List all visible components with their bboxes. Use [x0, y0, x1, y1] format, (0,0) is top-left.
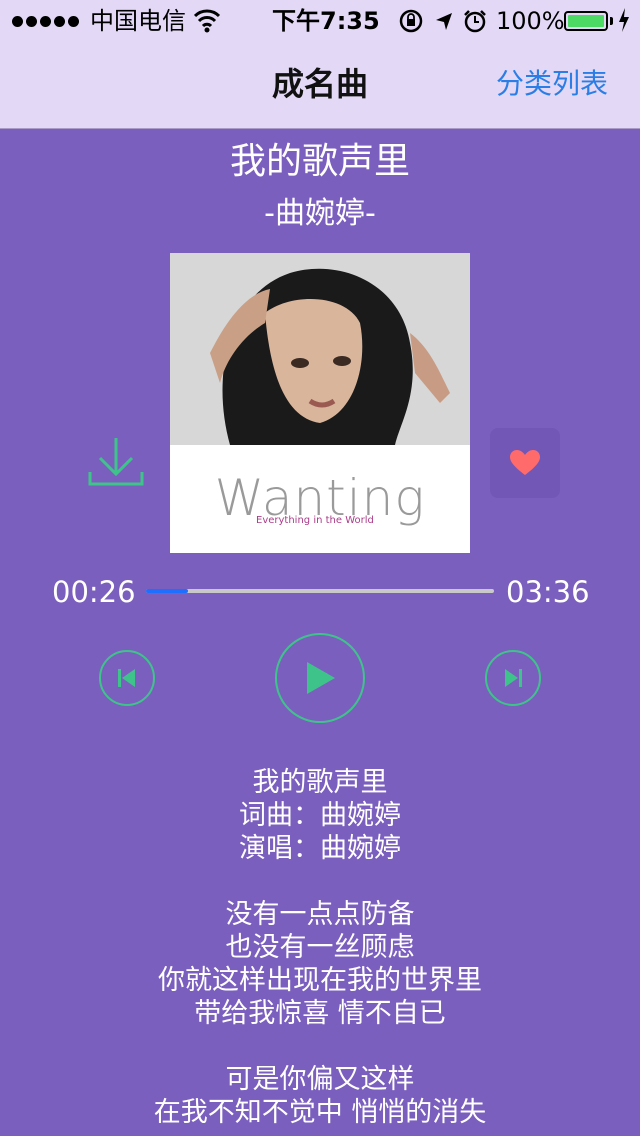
header: 中国电信 下午7:35 100% 成名曲 分类列表 — [0, 0, 640, 129]
lyric-blank-line — [0, 865, 640, 898]
cover-photo — [170, 253, 470, 445]
cover-subtitle: Everything in the World — [256, 515, 374, 526]
battery-tip — [610, 17, 613, 25]
lyric-line: 在我不知不觉中 悄悄的消失 — [153, 1097, 487, 1128]
previous-button[interactable] — [99, 650, 155, 706]
wifi-icon — [193, 6, 221, 41]
signal-dots-icon — [12, 6, 79, 36]
lyric-line: 没有一点点防备 — [225, 899, 415, 930]
lyrics-view[interactable]: 我的歌声里 词曲：曲婉婷 演唱：曲婉婷 没有一点点防备 也没有一丝顾虑 你就这样… — [0, 766, 640, 1129]
play-button[interactable] — [275, 633, 365, 723]
song-title: 我的歌声里 — [229, 141, 410, 182]
lyric-line: 你就这样出现在我的世界里 — [158, 965, 482, 996]
favorite-button[interactable] — [490, 428, 560, 498]
lyric-line: 带给我惊喜 情不自已 — [194, 998, 446, 1029]
download-icon[interactable] — [86, 432, 146, 492]
battery-icon — [564, 11, 608, 31]
song-artist: -曲婉婷- — [264, 196, 376, 231]
lyric-line: 也没有一丝顾虑 — [225, 932, 415, 963]
progress-played — [146, 589, 188, 593]
skip-back-icon — [118, 669, 135, 687]
status-bar: 中国电信 下午7:35 100% — [0, 0, 640, 40]
album-cover: Wanting Everything in the World — [170, 253, 470, 553]
current-time: 00:26 — [52, 575, 136, 609]
progress-slider[interactable] — [146, 589, 494, 593]
play-icon — [307, 662, 335, 694]
location-icon — [434, 6, 454, 43]
category-list-button[interactable]: 分类列表 — [496, 66, 608, 102]
lyric-line: 词曲：曲婉婷 — [239, 800, 401, 831]
heart-icon — [510, 450, 540, 475]
next-button[interactable] — [485, 650, 541, 706]
alarm-icon — [462, 6, 488, 43]
charging-icon — [617, 6, 631, 42]
battery-percent: 100% — [496, 7, 565, 35]
skip-forward-icon — [505, 669, 522, 687]
lyric-line: 可是你偏又这样 — [225, 1064, 415, 1095]
status-time: 下午7:35 — [272, 7, 380, 35]
lyric-line: 演唱：曲婉婷 — [239, 833, 401, 864]
lyric-blank-line — [0, 1030, 640, 1063]
carrier-label: 中国电信 — [90, 7, 186, 35]
lyric-line: 我的歌声里 — [252, 767, 388, 798]
rotation-lock-icon — [398, 6, 424, 43]
total-time: 03:36 — [506, 575, 590, 609]
